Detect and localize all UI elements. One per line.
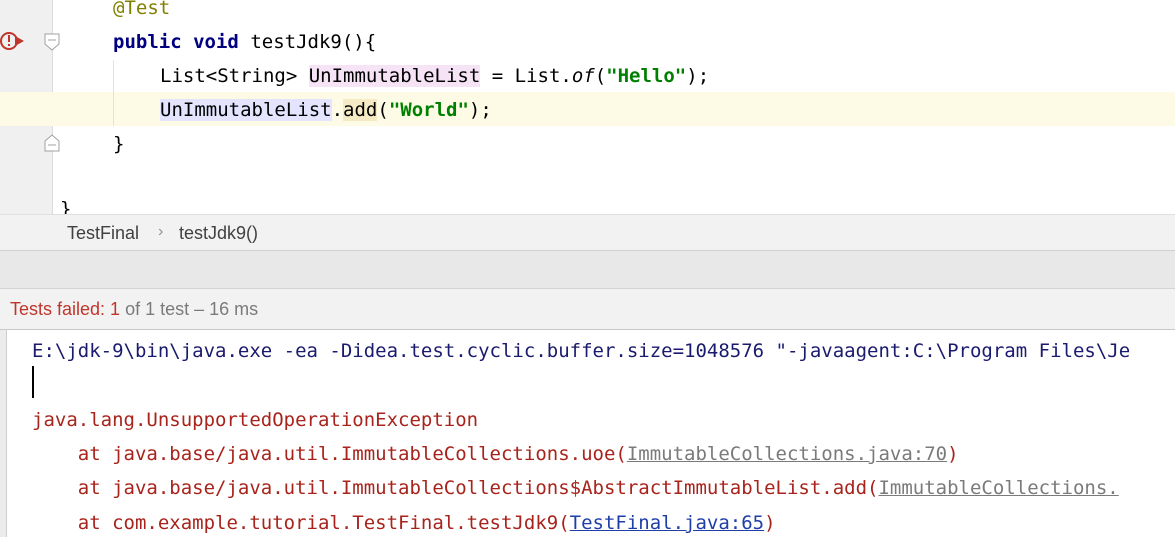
type-list-string: List<String> [160, 65, 309, 87]
tests-summary: of 1 test – 16 ms [125, 299, 259, 319]
method-parens: (){ [341, 31, 377, 53]
code-line-declaration[interactable]: List<String> UnImmutableList = List.of("… [160, 59, 709, 93]
closing-brace: } [113, 133, 125, 155]
annotation-test: @Test [113, 0, 171, 19]
code-line-close-class[interactable]: } [60, 192, 71, 214]
paren-open: ( [377, 99, 389, 121]
code-line-close-method[interactable]: } [113, 127, 124, 161]
stack-frame-tail: ) [764, 512, 776, 534]
code-line-annotation[interactable]: @Test [113, 0, 170, 25]
stack-frame: at java.base/java.util.ImmutableCollecti… [32, 437, 959, 471]
tool-window-header [0, 251, 1175, 289]
stack-frame-text: at java.base/java.util.ImmutableCollecti… [32, 443, 627, 465]
console-side-toolbar [0, 330, 7, 537]
assign-list: = List. [480, 65, 572, 87]
string-world: "World" [388, 99, 469, 121]
console-output[interactable]: E:\jdk-9\bin\java.exe -ea -Didea.test.cy… [0, 330, 1175, 537]
keyword-void: void [193, 31, 239, 53]
stack-frame: at com.example.tutorial.TestFinal.testJd… [32, 506, 776, 537]
indent-guide [113, 60, 114, 126]
test-status-bar: Tests failed: 1 of 1 test – 16 ms [0, 289, 1175, 330]
fold-start-icon[interactable] [44, 33, 60, 51]
stack-frame: at java.base/java.util.ImmutableCollecti… [32, 471, 1119, 505]
run-error-icon[interactable] [0, 30, 24, 52]
tests-failed-label: Tests failed: 1 [10, 299, 121, 319]
variable-declaration: UnImmutableList [308, 65, 481, 87]
code-editor[interactable]: @Test public void testJdk9(){ List<Strin… [0, 0, 1175, 214]
method-of: of [571, 65, 595, 87]
stack-frame-link[interactable]: TestFinal.java:65 [570, 512, 764, 534]
breadcrumb: TestFinal › testJdk9() [0, 214, 1175, 251]
console-command-line: E:\jdk-9\bin\java.exe -ea -Didea.test.cy… [32, 340, 1131, 362]
code-line-method-signature[interactable]: public void testJdk9(){ [113, 25, 376, 59]
stack-frame-link[interactable]: ImmutableCollections.java:70 [627, 443, 947, 465]
test-status-text: Tests failed: 1 of 1 test – 16 ms [10, 289, 258, 329]
dot: . [331, 99, 344, 121]
keyword-public: public [113, 31, 182, 53]
exception-line: java.lang.UnsupportedOperationException [32, 409, 479, 431]
breadcrumb-item-method[interactable]: testJdk9() [179, 223, 258, 244]
breadcrumb-item-class[interactable]: TestFinal [67, 223, 139, 244]
variable-usage: UnImmutableList [160, 99, 332, 121]
paren-close: ); [468, 99, 492, 121]
stack-frame-text: at java.base/java.util.ImmutableCollecti… [32, 477, 879, 499]
class-closing-brace: } [60, 198, 72, 214]
stack-frame-link[interactable]: ImmutableCollections. [878, 477, 1118, 499]
breadcrumb-separator: › [158, 223, 164, 240]
paren-close: ); [686, 65, 710, 87]
method-name: testJdk9 [250, 31, 342, 53]
text-caret [32, 366, 34, 398]
string-hello: "Hello" [606, 65, 687, 87]
fold-end-icon[interactable] [44, 134, 60, 152]
stack-frame-tail: ) [947, 443, 959, 465]
method-add: add [343, 99, 378, 121]
paren-open: ( [594, 65, 607, 87]
code-line-add[interactable]: UnImmutableList.add("World"); [160, 93, 492, 127]
stack-frame-text: at com.example.tutorial.TestFinal.testJd… [32, 512, 570, 534]
